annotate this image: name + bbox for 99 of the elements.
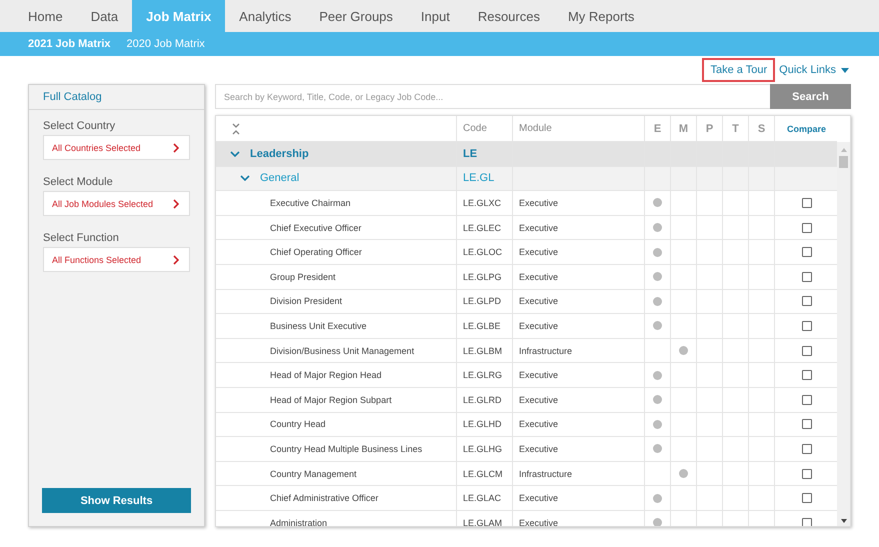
job-title: Group President bbox=[270, 272, 336, 282]
column-header: T bbox=[732, 122, 739, 134]
module-name: Executive bbox=[519, 419, 558, 430]
group-code: LE bbox=[463, 148, 478, 160]
scroll-down-icon[interactable] bbox=[840, 519, 846, 523]
module-name: Infrastructure bbox=[519, 346, 572, 356]
compare-checkbox[interactable] bbox=[802, 198, 812, 208]
column-header: P bbox=[706, 122, 714, 134]
compare-checkbox[interactable] bbox=[802, 346, 812, 356]
job-code: LE.GLRG bbox=[463, 370, 502, 380]
module-name: Executive bbox=[519, 518, 558, 526]
module-name: Executive bbox=[519, 444, 558, 454]
job-title: Chief Operating Officer bbox=[270, 247, 362, 258]
job-code: LE.GLBE bbox=[463, 320, 501, 331]
job-code: LE.GLRD bbox=[463, 394, 502, 405]
nav-tab[interactable]: My Reports bbox=[554, 0, 648, 32]
compare-checkbox[interactable] bbox=[802, 468, 812, 479]
module-name: Executive bbox=[519, 394, 558, 405]
job-code: LE.GLHD bbox=[463, 419, 502, 430]
job-code: LE.GLOC bbox=[463, 247, 502, 258]
job-code: LE.GLEC bbox=[463, 222, 502, 233]
module-name: Infrastructure bbox=[519, 468, 572, 479]
compare-checkbox[interactable] bbox=[802, 247, 812, 258]
job-title: Chief Executive Officer bbox=[270, 222, 362, 233]
column-header: M bbox=[678, 122, 688, 134]
compare-checkbox[interactable] bbox=[802, 222, 812, 233]
nav-tab[interactable]: Data bbox=[76, 0, 132, 32]
compare-checkbox[interactable] bbox=[802, 444, 812, 454]
group-row[interactable]: Leadership LE bbox=[216, 142, 837, 167]
show-results-button[interactable]: Show Results bbox=[42, 488, 191, 513]
chevron-down-icon[interactable] bbox=[230, 150, 240, 157]
job-title: Administration bbox=[270, 518, 328, 526]
compare-checkbox[interactable] bbox=[802, 419, 812, 430]
compare-checkbox[interactable] bbox=[802, 272, 812, 282]
group-name[interactable]: Leadership bbox=[250, 148, 309, 160]
job-title: Head of Major Region Head bbox=[270, 370, 382, 380]
filter-select[interactable]: All Countries Selected bbox=[43, 135, 190, 160]
job-title: Head of Major Region Subpart bbox=[270, 394, 392, 405]
compare-checkbox[interactable] bbox=[802, 493, 812, 504]
nav-tab[interactable]: Analytics bbox=[225, 0, 306, 32]
job-title: Chief Administrative Officer bbox=[270, 493, 378, 504]
module-name: Executive bbox=[519, 222, 558, 233]
nav-tab[interactable]: Home bbox=[14, 0, 77, 32]
job-title: Country Head Multiple Business Lines bbox=[270, 444, 422, 454]
job-code: LE.GLXC bbox=[463, 198, 502, 208]
job-code: LE.GLAC bbox=[463, 493, 502, 504]
filter-label: Select Function bbox=[43, 232, 120, 244]
search-field[interactable]: Search by Keyword, Title, Code, or Legacy Job Code... bbox=[215, 84, 770, 109]
nav-tab[interactable]: Resources bbox=[464, 0, 554, 32]
chevron-right-icon bbox=[173, 142, 179, 152]
compare-checkbox[interactable] bbox=[802, 296, 812, 306]
scrollbar[interactable] bbox=[837, 142, 850, 526]
job-code: LE.GLHG bbox=[463, 444, 502, 454]
module-name: Executive bbox=[519, 320, 558, 331]
filter-select[interactable]: All Job Modules Selected bbox=[43, 191, 190, 216]
module-name: Executive bbox=[519, 247, 558, 258]
module-name: Executive bbox=[519, 493, 558, 504]
job-title: Country Head bbox=[270, 419, 326, 430]
catalog-title[interactable]: Full Catalog bbox=[29, 85, 204, 110]
nav-tab[interactable]: Peer Groups bbox=[305, 0, 407, 32]
column-header: Module bbox=[519, 123, 552, 134]
compare-checkbox[interactable] bbox=[802, 320, 812, 331]
chevron-right-icon bbox=[173, 254, 179, 264]
compare-checkbox[interactable] bbox=[802, 370, 812, 380]
job-title: Country Management bbox=[270, 468, 357, 479]
job-code: LE.GLPG bbox=[463, 272, 502, 282]
column-header: Code bbox=[463, 123, 487, 134]
column-header: S bbox=[758, 122, 766, 134]
quick-links-menu[interactable]: Quick Links bbox=[779, 64, 849, 76]
chevron-down-icon[interactable] bbox=[240, 175, 250, 182]
filter-label: Select Country bbox=[43, 120, 116, 132]
job-code: LE.GLPD bbox=[463, 296, 502, 306]
module-name: Executive bbox=[519, 198, 558, 208]
collapse-all-icon[interactable] bbox=[232, 122, 240, 134]
job-title: Division President bbox=[270, 296, 342, 306]
job-title: Business Unit Executive bbox=[270, 320, 367, 331]
module-name: Executive bbox=[519, 296, 558, 306]
scroll-thumb[interactable] bbox=[839, 156, 848, 168]
tour-link[interactable]: Take a Tour bbox=[702, 58, 776, 82]
caret-icon bbox=[841, 68, 849, 72]
job-title: Division/Business Unit Management bbox=[270, 346, 414, 356]
column-header: E bbox=[654, 122, 662, 134]
chevron-right-icon bbox=[173, 198, 179, 208]
compare-checkbox[interactable] bbox=[802, 394, 812, 405]
nav-tab[interactable]: Input bbox=[406, 0, 464, 32]
job-title: Executive Chairman bbox=[270, 198, 351, 208]
compare-checkbox[interactable] bbox=[802, 518, 812, 526]
subgroup-row[interactable]: General LE.GL bbox=[216, 166, 837, 192]
search-button[interactable]: Search bbox=[770, 84, 851, 109]
job-code: LE.GLBM bbox=[463, 346, 502, 356]
column-header[interactable]: Compare bbox=[786, 124, 826, 134]
module-name: Executive bbox=[519, 272, 558, 282]
subgroup-name[interactable]: General bbox=[260, 172, 300, 184]
module-name: Executive bbox=[519, 370, 558, 380]
job-code: LE.GLAM bbox=[463, 518, 502, 526]
job-code: LE.GLCM bbox=[463, 468, 503, 479]
filter-label: Select Module bbox=[43, 176, 114, 188]
filter-select[interactable]: All Functions Selected bbox=[43, 247, 190, 272]
subgroup-code: LE.GL bbox=[463, 172, 494, 184]
